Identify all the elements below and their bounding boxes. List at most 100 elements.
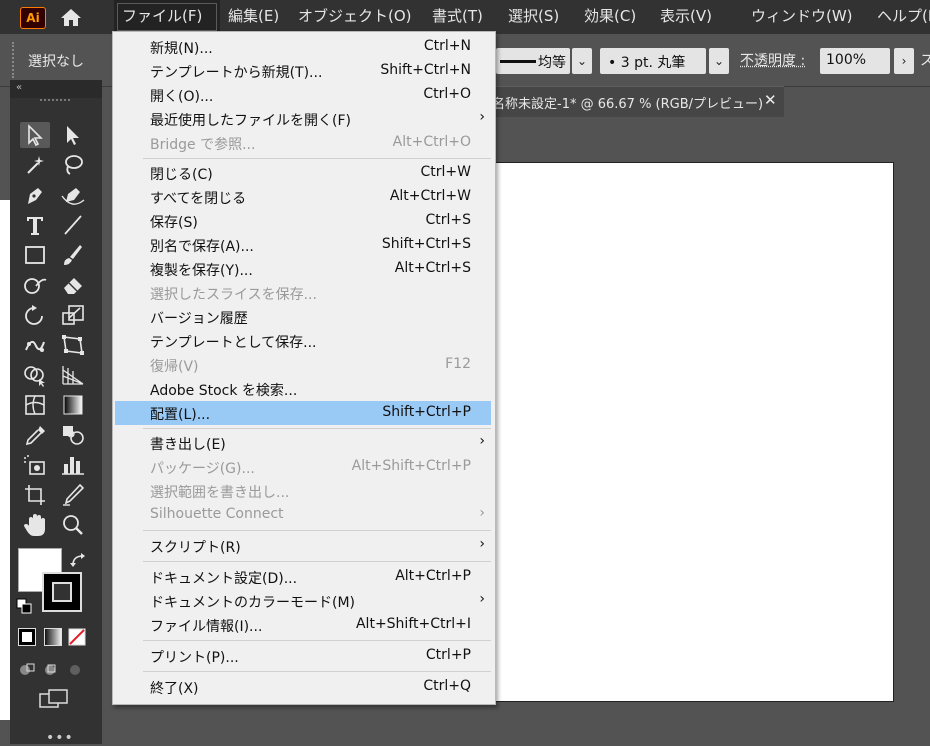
menu-type[interactable]: 書式(T) [424,0,500,34]
opacity-arrow-icon[interactable]: › [894,48,914,74]
gradient-tool-icon[interactable] [58,392,88,418]
close-icon[interactable]: ✕ [764,91,777,109]
menu-item-browse-in-bridge[interactable]: Bridge で参照... Alt+Ctrl+O [115,131,491,155]
selection-tool-icon[interactable] [20,122,50,148]
shaper-tool-icon[interactable] [20,272,50,298]
slice-tool-icon[interactable] [58,482,88,508]
menu-item-save[interactable]: 保存(S) Ctrl+S [115,209,491,233]
menu-item-new-from-template[interactable]: テンプレートから新規(T)... Shift+Ctrl+N [115,59,491,83]
menu-separator [143,671,491,672]
app-logo[interactable]: Ai [20,7,46,29]
menu-item-save-selected-slices[interactable]: 選択したスライスを保存... [115,281,491,305]
zoom-tool-icon[interactable] [58,512,88,538]
menu-item-save-as[interactable]: 別名で保存(A)... Shift+Ctrl+S [115,233,491,257]
menu-window[interactable]: ウィンドウ(W) [743,0,869,34]
gradient-mode-button[interactable] [44,628,62,646]
menu-items: ファイル(F) 編集(E) オブジェクト(O) 書式(T) 選択(S) 効果(C… [114,0,930,34]
menu-item-open[interactable]: 開く(O)... Ctrl+O [115,83,491,107]
left-edge-strip [0,200,10,720]
draw-inside-icon[interactable] [66,660,84,678]
swap-colors-icon[interactable] [70,552,88,570]
type-tool-icon[interactable] [20,212,50,238]
menu-edit[interactable]: 編集(E) [220,0,290,34]
tools-panel-grip[interactable] [40,99,70,105]
rotate-tool-icon[interactable] [20,302,50,328]
perspective-grid-tool-icon[interactable] [58,362,88,388]
eyedropper-tool-icon[interactable] [20,422,50,448]
brush-select[interactable]: • 3 pt. 丸筆 [600,48,706,74]
column-graph-tool-icon[interactable] [58,452,88,478]
artboard-tool-icon[interactable] [20,482,50,508]
scale-tool-icon[interactable] [58,302,88,328]
stroke-profile-label: 均等 [538,55,566,71]
default-colors-icon[interactable] [16,598,32,614]
shape-builder-tool-icon[interactable] [20,362,50,388]
line-segment-tool-icon[interactable] [58,212,88,238]
symbol-sprayer-tool-icon[interactable] [20,452,50,478]
menu-item-close-all[interactable]: すべてを閉じる Alt+Ctrl+W [115,185,491,209]
draw-mode-group [16,658,96,680]
opacity-input[interactable]: 100% [820,48,890,74]
menu-select[interactable]: 選択(S) [500,0,576,34]
menu-separator [143,640,491,641]
menu-item-place[interactable]: 配置(L)... Shift+Ctrl+P [115,401,491,425]
menu-help[interactable]: ヘルプ(H) [869,0,930,34]
menu-view[interactable]: 表示(V) [652,0,743,34]
rectangle-tool-icon[interactable] [20,242,50,268]
brush-label: • 3 pt. 丸筆 [608,55,686,71]
stroke-profile-preview [500,60,536,63]
menu-item-search-adobe-stock[interactable]: Adobe Stock を検索... [115,377,491,401]
menu-separator [143,530,491,531]
paintbrush-tool-icon[interactable] [58,242,88,268]
hand-tool-icon[interactable] [20,512,50,538]
menu-item-open-recent[interactable]: 最近使用したファイルを開く(F) › [115,107,491,131]
blend-tool-icon[interactable] [58,422,88,448]
brush-dropdown-icon[interactable]: ⌄ [709,48,729,74]
menu-item-scripts[interactable]: スクリプト(R) › [115,534,491,558]
mesh-tool-icon[interactable] [20,392,50,418]
stroke-color-swatch[interactable] [42,572,82,612]
menu-item-silhouette-connect[interactable]: Silhouette Connect › [115,503,491,527]
menu-item-new[interactable]: 新規(N)... Ctrl+N [115,35,491,59]
menu-item-package[interactable]: パッケージ(G)... Alt+Shift+Ctrl+P [115,455,491,479]
eraser-tool-icon[interactable] [58,272,88,298]
puppet-warp-tool-icon[interactable] [20,332,50,358]
menu-item-document-color-mode[interactable]: ドキュメントのカラーモード(M) › [115,589,491,613]
menu-item-exit[interactable]: 終了(X) Ctrl+Q [115,675,491,699]
menu-item-version-history[interactable]: バージョン履歴 [115,305,491,329]
menu-item-export-selection[interactable]: 選択範囲を書き出し... [115,479,491,503]
menu-object[interactable]: オブジェクト(O) [290,0,424,34]
magic-wand-tool-icon[interactable] [20,152,50,178]
collapse-panel-icon[interactable]: « [16,82,22,93]
curvature-tool-icon[interactable] [58,182,88,208]
menu-file[interactable]: ファイル(F) [114,0,220,34]
pen-tool-icon[interactable] [20,182,50,208]
opacity-label[interactable]: 不透明度 : [740,50,805,70]
menu-item-close[interactable]: 閉じる(C) Ctrl+W [115,161,491,185]
menu-effect[interactable]: 効果(C) [576,0,652,34]
menu-item-save-as-template[interactable]: テンプレートとして保存... [115,329,491,353]
lasso-tool-icon[interactable] [58,152,88,178]
direct-selection-tool-icon[interactable] [58,122,88,148]
none-mode-icon[interactable] [68,628,86,646]
home-icon[interactable] [58,7,84,27]
menu-item-revert[interactable]: 復帰(V) F12 [115,353,491,377]
menu-item-export[interactable]: 書き出し(E) › [115,431,491,455]
screen-mode-icon[interactable] [38,688,70,710]
menu-item-file-info[interactable]: ファイル情報(I)... Alt+Shift+Ctrl+I [115,613,491,637]
submenu-arrow-icon: › [479,591,485,607]
free-transform-tool-icon[interactable] [58,332,88,358]
style-label[interactable]: ス [920,50,930,70]
stroke-profile-select[interactable]: 均等 [496,48,570,74]
menu-item-save-a-copy[interactable]: 複製を保存(Y)... Alt+Ctrl+S [115,257,491,281]
draw-behind-icon[interactable] [42,660,60,678]
draw-normal-icon[interactable] [18,660,36,678]
document-tab[interactable]: 名称未設定-1* @ 66.67 % (RGB/プレビュー) ✕ [488,86,784,117]
submenu-arrow-icon: › [479,109,485,125]
stroke-profile-dropdown-icon[interactable]: ⌄ [572,48,592,74]
color-mode-button[interactable] [18,628,36,646]
menu-separator [143,561,491,562]
control-bar-grip[interactable] [12,42,17,78]
menu-item-document-setup[interactable]: ドキュメント設定(D)... Alt+Ctrl+P [115,565,491,589]
menu-item-print[interactable]: プリント(P)... Ctrl+P [115,644,491,668]
